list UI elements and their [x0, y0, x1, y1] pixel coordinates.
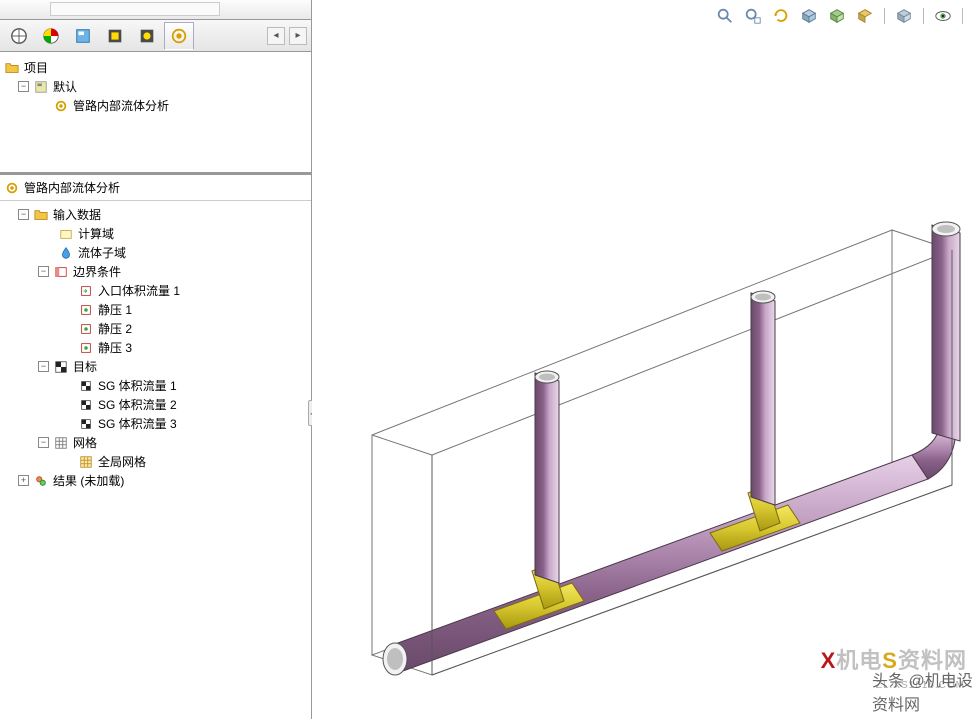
leaf-marker — [38, 100, 49, 111]
boundary-conditions-label: 边界条件 — [73, 263, 121, 280]
goals-icon — [53, 359, 69, 375]
collapse-toggle[interactable]: − — [18, 209, 29, 220]
hide-show-button[interactable] — [854, 5, 876, 27]
model-3d-view[interactable] — [312, 35, 979, 715]
mesh-node[interactable]: − 网格 — [4, 433, 309, 452]
bc-p1-label: 静压 1 — [98, 301, 132, 318]
bc-icon — [78, 283, 94, 299]
boundary-icon — [53, 264, 69, 280]
global-mesh-label: 全局网格 — [98, 453, 146, 470]
goal1-label: SG 体积流量 1 — [98, 377, 177, 394]
results-label: 结果 (未加载) — [53, 472, 124, 489]
rotate-view-button[interactable] — [770, 5, 792, 27]
separator — [884, 8, 885, 24]
study-icon — [53, 98, 69, 114]
goal2-node[interactable]: SG 体积流量 2 — [4, 395, 309, 414]
project-tree: 项目 − 默认 管路内部流体分析 — [0, 52, 311, 172]
left-panel: ◂ ▸ 项目 − 默认 管路内部流体分析 管路内部流体分析 − 输入数据 — [0, 0, 312, 719]
tab-feature-manager[interactable] — [4, 22, 34, 50]
zoom-area-button[interactable] — [742, 5, 764, 27]
goal-icon — [78, 397, 94, 413]
eye-visibility-button[interactable] — [932, 5, 954, 27]
zoom-fit-button[interactable] — [714, 5, 736, 27]
input-data-node[interactable]: − 输入数据 — [4, 205, 309, 224]
analysis-header: 管路内部流体分析 — [0, 172, 311, 201]
tab-configuration-manager[interactable] — [68, 22, 98, 50]
bc-icon — [78, 302, 94, 318]
results-node[interactable]: + 结果 (未加载) — [4, 471, 309, 490]
display-style-button[interactable] — [826, 5, 848, 27]
fluid-icon — [58, 245, 74, 261]
bc-p3-label: 静压 3 — [98, 339, 132, 356]
computing-domain-node[interactable]: 计算域 — [4, 224, 309, 243]
boundary-conditions-node[interactable]: − 边界条件 — [4, 262, 309, 281]
goal3-node[interactable]: SG 体积流量 3 — [4, 414, 309, 433]
collapse-toggle[interactable]: − — [18, 81, 29, 92]
global-mesh-node[interactable]: 全局网格 — [4, 452, 309, 471]
study-icon — [4, 180, 20, 196]
mesh-label: 网格 — [73, 434, 97, 451]
goals-label: 目标 — [73, 358, 97, 375]
goal1-node[interactable]: SG 体积流量 1 — [4, 376, 309, 395]
nav-prev-button[interactable]: ◂ — [267, 27, 285, 45]
appearance-button[interactable] — [893, 5, 915, 27]
bc-pressure2-node[interactable]: 静压 2 — [4, 319, 309, 338]
bc-inlet-label: 入口体积流量 1 — [98, 282, 180, 299]
goal-icon — [78, 378, 94, 394]
tab-property-manager[interactable] — [36, 22, 66, 50]
input-data-label: 输入数据 — [53, 206, 101, 223]
bc-inlet-node[interactable]: 入口体积流量 1 — [4, 281, 309, 300]
domain-icon — [58, 226, 74, 242]
separator — [923, 8, 924, 24]
config-node[interactable]: − 默认 — [4, 77, 309, 96]
tab-flow-simulation[interactable] — [164, 22, 194, 50]
bc-pressure1-node[interactable]: 静压 1 — [4, 300, 309, 319]
viewport[interactable]: X机电S资料网 ZL.XS1616.COM 头条 @机电设资料网 — [312, 0, 979, 719]
goal2-label: SG 体积流量 2 — [98, 396, 177, 413]
bc-icon — [78, 340, 94, 356]
view-toolbar — [714, 5, 965, 27]
collapse-toggle[interactable]: − — [38, 361, 49, 372]
analysis-header-label: 管路内部流体分析 — [24, 179, 120, 196]
expand-toggle[interactable]: + — [18, 475, 29, 486]
watermark-credit: 头条 @机电设资料网 — [872, 667, 979, 715]
bc-p2-label: 静压 2 — [98, 320, 132, 337]
fluid-subdomain-label: 流体子域 — [78, 244, 126, 261]
section-view-button[interactable] — [798, 5, 820, 27]
bc-icon — [78, 321, 94, 337]
global-mesh-icon — [78, 454, 94, 470]
project-root-label: 项目 — [24, 59, 48, 76]
tab-dimxpert-manager[interactable] — [100, 22, 130, 50]
tab-strip: ◂ ▸ — [0, 20, 311, 52]
study-node[interactable]: 管路内部流体分析 — [4, 96, 309, 115]
folder-icon — [33, 207, 49, 223]
collapse-toggle[interactable]: − — [38, 437, 49, 448]
fluid-subdomain-node[interactable]: 流体子域 — [4, 243, 309, 262]
goals-node[interactable]: − 目标 — [4, 357, 309, 376]
config-icon — [33, 79, 49, 95]
nav-next-button[interactable]: ▸ — [289, 27, 307, 45]
results-icon — [33, 473, 49, 489]
goal3-label: SG 体积流量 3 — [98, 415, 177, 432]
study-label: 管路内部流体分析 — [73, 97, 169, 114]
separator — [962, 8, 963, 24]
top-ribbon — [0, 0, 311, 20]
analysis-tree: − 输入数据 计算域 流体子域 − 边界条件 入口体积流量 1 静压 1 静压 — [0, 201, 311, 494]
folder-icon — [4, 60, 20, 76]
bc-pressure3-node[interactable]: 静压 3 — [4, 338, 309, 357]
project-root-node[interactable]: 项目 — [4, 58, 309, 77]
config-label: 默认 — [53, 78, 77, 95]
mesh-icon — [53, 435, 69, 451]
goal-icon — [78, 416, 94, 432]
ribbon-dropdown[interactable] — [50, 2, 220, 16]
collapse-toggle[interactable]: − — [38, 266, 49, 277]
computing-domain-label: 计算域 — [78, 225, 114, 242]
tab-display-manager[interactable] — [132, 22, 162, 50]
